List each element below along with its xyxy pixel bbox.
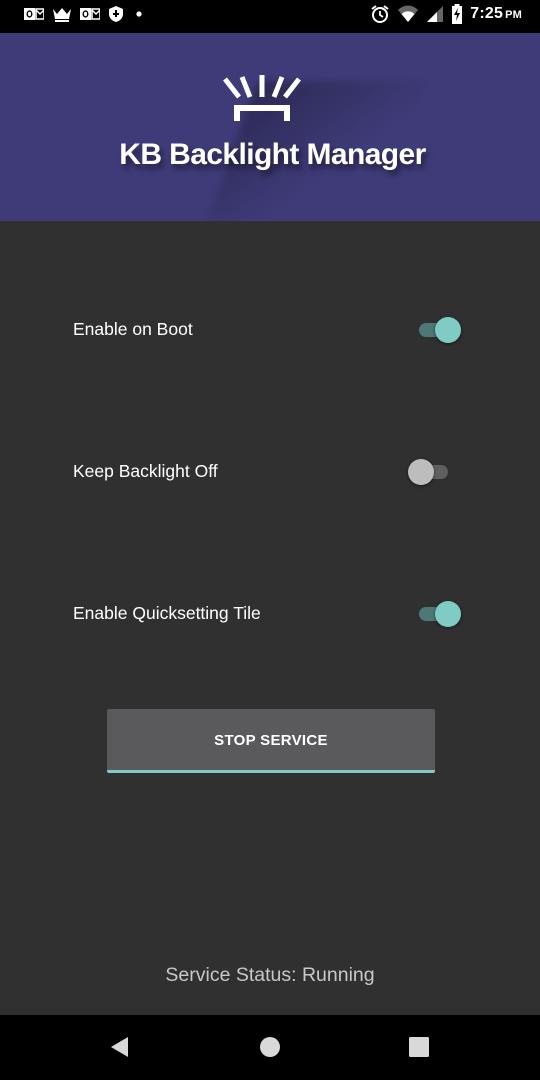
alarm-icon bbox=[371, 5, 389, 23]
clock: 7:25 PM bbox=[470, 5, 522, 22]
setting-label: Enable Quicksetting Tile bbox=[73, 603, 261, 623]
keep-backlight-off-switch[interactable] bbox=[408, 457, 460, 487]
setting-row-keep-backlight-off: Keep Backlight Off bbox=[0, 447, 540, 497]
shield-icon bbox=[109, 6, 123, 22]
setting-row-enable-on-boot: Enable on Boot bbox=[0, 305, 540, 355]
switch-thumb bbox=[435, 317, 461, 343]
outlook-icon bbox=[24, 8, 44, 20]
crown-icon bbox=[53, 8, 71, 22]
keyboard-backlight-icon bbox=[223, 75, 301, 121]
back-icon[interactable] bbox=[108, 1035, 132, 1059]
enable-on-boot-switch[interactable] bbox=[413, 315, 465, 345]
status-bar: 7:25 PM bbox=[0, 0, 540, 33]
setting-label: Enable on Boot bbox=[73, 319, 193, 339]
wifi-icon bbox=[398, 5, 419, 22]
switch-thumb bbox=[435, 601, 461, 627]
stop-service-button[interactable]: STOP SERVICE bbox=[107, 709, 435, 773]
battery-charging-icon bbox=[452, 4, 463, 24]
setting-label: Keep Backlight Off bbox=[73, 461, 218, 481]
recents-icon[interactable] bbox=[407, 1035, 431, 1059]
switch-thumb bbox=[408, 459, 434, 485]
app-screen: 7:25 PM KB Backlight Manager Enable on Bo… bbox=[0, 0, 540, 1080]
dot-icon bbox=[136, 11, 142, 17]
app-title: KB Backlight Manager bbox=[119, 138, 426, 171]
notification-icons bbox=[24, 5, 146, 23]
service-status-text: Service Status: Running bbox=[165, 964, 375, 986]
enable-quicksetting-tile-switch[interactable] bbox=[413, 599, 465, 629]
outlook-icon bbox=[80, 8, 100, 20]
stop-service-button-label: STOP SERVICE bbox=[214, 732, 328, 749]
navigation-bar bbox=[0, 1015, 540, 1080]
home-icon[interactable] bbox=[258, 1035, 282, 1059]
signal-icon bbox=[427, 6, 444, 22]
system-icons: 7:25 PM bbox=[370, 4, 522, 24]
app-header: KB Backlight Manager bbox=[0, 33, 540, 221]
setting-row-enable-quicksetting-tile: Enable Quicksetting Tile bbox=[0, 589, 540, 639]
